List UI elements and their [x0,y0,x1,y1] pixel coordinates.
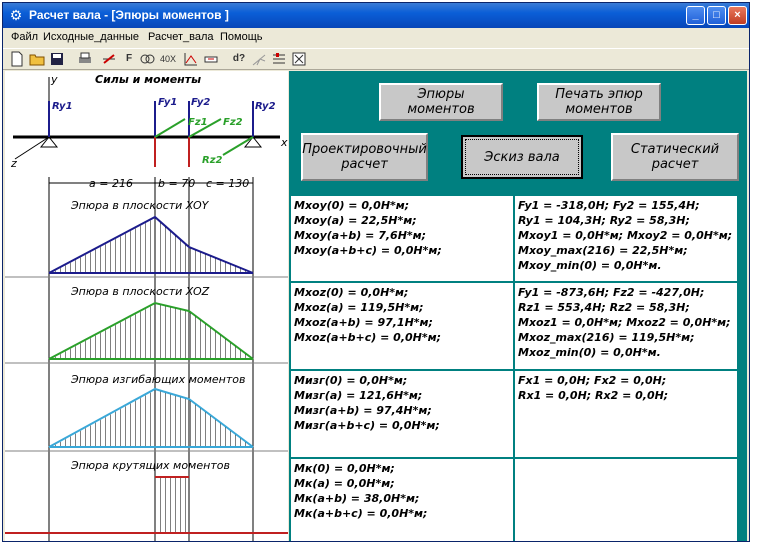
menu-help[interactable]: Помощь [220,31,263,43]
close-box-icon[interactable] [291,51,307,67]
ry1-label: Ry1 [52,101,73,112]
torque-moments-cell: Мк(0) = 0,0Н*м; Мк(a) = 0,0Н*м; Мк(a+b) … [291,459,513,541]
fz2-label: Fz2 [223,117,243,128]
result-line: Мxoy(0) = 0,0Н*м; [294,199,410,212]
result-line: Мxoz(a) = 119,5Н*м; [294,301,424,314]
moment-diagrams: Силы и моменты y x z Ry1 Fy1 Fy2 Ry2 Fz1… [5,73,288,541]
app-gear-icon: ⚙ [9,7,23,23]
result-line: Мxoy(a+b+c) = 0,0Н*м; [294,244,442,257]
xoz-moments-cell: Мxoz(0) = 0,0Н*м; Мxoz(a) = 119,5Н*м; Мx… [291,283,513,369]
rz2-label: Rz2 [202,155,223,166]
strike-icon[interactable] [101,51,117,67]
bend-diagram-title: Эпюра изгибающих моментов [70,373,246,386]
maximize-button[interactable]: □ [707,6,726,25]
fz1-label: Fz1 [188,117,208,128]
print-icon[interactable] [77,51,93,67]
menu-input-data[interactable]: Исходные_данные [43,31,139,43]
result-line: Мxoz1 = 0,0Н*м; Мxoz2 = 0,0Н*м; [518,316,731,329]
result-line: Мxoy_min(0) = 0,0Н*м. [518,259,662,272]
result-line: Мизг(a+b+c) = 0,0Н*м; [294,419,440,432]
result-line: Мxoy1 = 0,0Н*м; Мxoy2 = 0,0Н*м; [518,229,733,242]
result-line: Fx1 = 0,0Н; Fx2 = 0,0Н; [518,374,667,387]
xoy-forces-cell: Fy1 = -318,0Н; Fy2 = 155,4Н; Ry1 = 104,3… [515,196,737,281]
dim-c: c = 130 [206,177,249,190]
result-line: Мк(a+b) = 38,0Н*м; [294,492,420,505]
fy2-label: Fy2 [191,97,210,108]
d-help-icon[interactable]: d? [231,51,247,67]
z-axis-line [14,136,50,160]
toolbar: F 40X d? [3,48,749,70]
rz2-arrow [222,136,254,156]
open-icon[interactable] [29,51,45,67]
static-calc-button[interactable]: Статический расчет [611,133,739,181]
result-line: Мк(0) = 0,0Н*м; [294,462,395,475]
torque-forces-cell [515,459,737,541]
xoy-hatch [49,217,253,273]
bend-forces-cell: Fx1 = 0,0Н; Fx2 = 0,0Н; Rx1 = 0,0Н; Rx2 … [515,371,737,457]
app-window: ⚙ Расчет вала - [Эпюры моментов ] _ □ × … [2,2,750,542]
torque-hatch [155,477,189,533]
bend-moments-cell: Мизг(0) = 0,0Н*м; Мизг(a) = 121,6Н*м; Ми… [291,371,513,457]
result-line: Мxoz_max(216) = 119,5Н*м; [518,331,695,344]
result-line: Мxoy(a+b) = 7,6Н*м; [294,229,427,242]
xoz-diagram-title: Эпюра в плоскости XOZ [70,285,210,298]
xoy-diagram-title: Эпюра в плоскости XOY [70,199,210,212]
result-line: Мк(a+b+c) = 0,0Н*м; [294,507,428,520]
result-line: Fy1 = -873,6Н; Fz2 = -427,0Н; [518,286,705,299]
settings-icon[interactable] [271,51,287,67]
result-line: Мк(a) = 0,0Н*м; [294,477,395,490]
xoy-moments-cell: Мxoy(0) = 0,0Н*м; Мxoy(a) = 22,5Н*м; Мxo… [291,196,513,281]
bend-hatch [49,389,253,447]
xoz-forces-cell: Fy1 = -873,6Н; Fz2 = -427,0Н; Rz1 = 553,… [515,283,737,369]
diagram-panel: Силы и моменты y x z Ry1 Fy1 Fy2 Ry2 Fz1… [5,71,288,541]
torque-diagram-title: Эпюра крутящих моментов [70,459,230,472]
menu-bar: Файл Исходные_данные Расчет_вала Помощь [3,28,749,47]
result-line: Мизг(a+b) = 97,4Н*м; [294,404,432,417]
result-line: Rz1 = 553,4Н; Rz2 = 58,3Н; [518,301,690,314]
result-line: Мxoz_min(0) = 0,0Н*м. [518,346,661,359]
axis-x-label: x [280,136,288,149]
save-icon[interactable] [49,51,65,67]
scheme-title: Силы и моменты [95,73,201,86]
force-icon[interactable]: F [121,51,137,67]
zoom-icon[interactable]: 40X [157,51,179,67]
design-calc-button[interactable]: Проектировочный расчет [301,133,428,181]
dim-b: b = 70 [158,177,195,190]
key-icon[interactable] [203,51,219,67]
sketch-button[interactable]: Эскиз вала [461,135,583,179]
xoz-hatch [49,303,253,359]
ry2-label: Ry2 [255,101,276,112]
fy1-label: Fy1 [158,97,177,108]
close-button[interactable]: × [728,6,747,25]
control-panel: Эпюры моментов Печать эпюр моментов Прое… [289,71,747,541]
minimize-button[interactable]: _ [686,6,705,25]
menu-shaft-calc[interactable]: Расчет_вала [148,31,213,43]
result-line: Мxoz(a+b) = 97,1Н*м; [294,316,433,329]
axis-y-label: y [50,73,58,86]
result-line: Fy1 = -318,0Н; Fy2 = 155,4Н; [518,199,700,212]
result-line: Мxoy_max(216) = 22,5Н*м; [518,244,688,257]
result-line: Мxoy(a) = 22,5Н*м; [294,214,417,227]
chart-icon[interactable] [183,51,199,67]
result-line: Ry1 = 104,3Н; Ry2 = 58,3Н; [518,214,690,227]
result-line: Мизг(a) = 121,6Н*м; [294,389,423,402]
shaft-icon[interactable] [251,51,267,67]
result-line: Мизг(0) = 0,0Н*м; [294,374,408,387]
epures-button[interactable]: Эпюры моментов [379,83,503,121]
title-bar[interactable]: ⚙ Расчет вала - [Эпюры моментов ] _ □ × [3,3,749,28]
new-icon[interactable] [9,51,25,67]
dim-a: a = 216 [89,177,133,190]
result-line: Мxoz(0) = 0,0Н*м; [294,286,409,299]
result-line: Rx1 = 0,0Н; Rx2 = 0,0Н; [518,389,669,402]
result-line: Мxoz(a+b+c) = 0,0Н*м; [294,331,442,344]
window-title: Расчет вала - [Эпюры моментов ] [29,8,229,22]
menu-file[interactable]: Файл [11,31,38,43]
print-epures-button[interactable]: Печать эпюр моментов [537,83,661,121]
fz1-arrow [154,118,186,138]
link-icon[interactable] [139,51,155,67]
